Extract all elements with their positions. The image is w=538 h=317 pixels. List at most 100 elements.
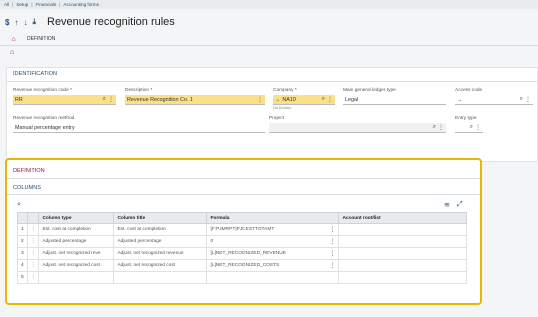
header-num bbox=[17, 212, 28, 224]
more-icon[interactable]: ⋮ bbox=[525, 96, 531, 103]
columns-table: Column type Column title Formula Account… bbox=[17, 212, 468, 284]
layers-icon[interactable]: ≋ bbox=[444, 201, 450, 209]
home-link[interactable]: ⌂ bbox=[10, 49, 14, 56]
column-header[interactable]: Account root/list bbox=[338, 212, 468, 224]
cell-column-title[interactable] bbox=[113, 271, 208, 284]
method-select[interactable]: Manual percentage entry bbox=[13, 123, 265, 133]
header-menu bbox=[26, 212, 40, 224]
cell-account[interactable] bbox=[338, 259, 468, 272]
field-label: Company * bbox=[273, 88, 297, 93]
field-label: Project bbox=[269, 116, 284, 121]
row-menu-icon[interactable]: ⋮ bbox=[26, 223, 40, 236]
access-code-input[interactable]: → ⌕ ⋮ bbox=[455, 95, 533, 105]
cell-account[interactable] bbox=[338, 235, 468, 248]
row-number: 2 bbox=[17, 235, 28, 248]
more-icon[interactable]: ⋮ bbox=[329, 250, 335, 257]
column-header[interactable]: Column title bbox=[113, 212, 208, 224]
cell-column-title[interactable]: Est. cost at completion bbox=[113, 223, 208, 236]
cell-column-type[interactable]: Adjust. net recognized cost bbox=[38, 259, 115, 272]
row-menu-icon[interactable]: ⋮ bbox=[26, 259, 40, 272]
search-icon[interactable]: ⌕ bbox=[322, 96, 325, 103]
row-menu-icon[interactable]: ⋮ bbox=[26, 247, 40, 260]
cell-formula[interactable]: [F:PJMRPT]PJCESTTOTAMT ⋮ bbox=[206, 223, 340, 236]
cell-column-type[interactable]: Est. cost at completion bbox=[38, 223, 115, 236]
cell-formula[interactable] bbox=[206, 271, 340, 284]
cell-column-type[interactable]: Adjusted percentage bbox=[38, 235, 115, 248]
home-icon[interactable]: ⌂ bbox=[10, 36, 17, 43]
cell-column-type[interactable] bbox=[38, 271, 115, 284]
arrow-right-icon[interactable]: → bbox=[457, 97, 462, 103]
arrow-up-icon[interactable]: ↑ bbox=[14, 18, 18, 27]
column-header[interactable]: Column type bbox=[38, 212, 115, 224]
cell-column-title[interactable]: Adjust. net recognized revenue bbox=[113, 247, 208, 260]
expand-icon[interactable]: ⤢ bbox=[457, 201, 463, 209]
cell-account[interactable] bbox=[338, 247, 468, 260]
more-icon[interactable]: ⋮ bbox=[438, 124, 444, 131]
columns-title: COLUMNS bbox=[13, 185, 41, 191]
breadcrumb-item[interactable]: Financials bbox=[36, 2, 57, 7]
table-row[interactable]: 3 ⋮ Adjust. net recognized reve Adjust. … bbox=[17, 247, 468, 260]
tab-definition[interactable]: DEFINITION bbox=[27, 36, 55, 42]
main-gl-type-select[interactable]: Legal bbox=[343, 95, 446, 105]
cell-column-title[interactable]: Adjusted percentage bbox=[113, 235, 208, 248]
column-header[interactable]: Formula bbox=[206, 212, 340, 224]
more-icon[interactable]: ⋮ bbox=[257, 96, 263, 103]
cell-column-title[interactable]: Adjust. net recognized cost bbox=[113, 259, 208, 272]
cell-column-type[interactable]: Adjust. net recognized reve bbox=[38, 247, 115, 260]
divider bbox=[7, 178, 480, 179]
search-icon[interactable]: ⌕ bbox=[17, 201, 21, 209]
definition-section: DEFINITION COLUMNS ⌕ ≋ ⤢ Column type Col… bbox=[5, 158, 482, 305]
field-label: Access code bbox=[455, 88, 483, 93]
breadcrumb-item[interactable]: All bbox=[4, 2, 9, 7]
search-icon[interactable]: ⌕ bbox=[103, 96, 106, 103]
cell-formula[interactable]: [L]NET_RECOGNIZED_COSTS ⋮ bbox=[206, 259, 340, 272]
description-input[interactable]: Revenue Recognition Co. 1 ⋮ bbox=[125, 95, 265, 105]
project-input[interactable]: ⌕ ⋮ bbox=[269, 123, 446, 133]
more-icon[interactable]: ⋮ bbox=[108, 96, 114, 103]
breadcrumb-separator: | bbox=[59, 2, 61, 7]
search-icon[interactable]: ⌕ bbox=[520, 96, 523, 103]
title-bar: $ ↑ ↓ ⤓ Revenue recognition rules bbox=[0, 10, 538, 34]
table-row[interactable]: 2 ⋮ Adjusted percentage Adjusted percent… bbox=[17, 235, 468, 248]
more-icon[interactable]: ⋮ bbox=[329, 226, 335, 233]
cell-formula[interactable]: [L]NET_RECOGNIZED_REVENUE ⋮ bbox=[206, 247, 340, 260]
arrow-down-icon[interactable]: ↓ bbox=[23, 18, 27, 27]
company-subtitle: NA Division bbox=[273, 106, 292, 110]
method-field: Revenue recognition method Manual percen… bbox=[13, 116, 265, 133]
entry-type-input[interactable]: ⌕ ⋮ bbox=[455, 123, 483, 133]
divider bbox=[7, 194, 480, 195]
arrow-right-icon[interactable]: → bbox=[275, 97, 280, 103]
search-icon[interactable]: ⌕ bbox=[433, 124, 436, 131]
cell-account[interactable] bbox=[338, 223, 468, 236]
main-gl-type-field: Main general ledger type Legal bbox=[343, 88, 446, 105]
more-icon[interactable]: ⋮ bbox=[327, 96, 333, 103]
row-menu-icon[interactable]: ⋮ bbox=[26, 235, 40, 248]
more-icon[interactable]: ⋮ bbox=[329, 238, 335, 245]
table-row[interactable]: 1 ⋮ Est. cost at completion Est. cost at… bbox=[17, 223, 468, 236]
row-menu-icon[interactable]: ⋮ bbox=[26, 271, 40, 284]
company-input[interactable]: → NA10 ⌕ ⋮ bbox=[273, 95, 335, 105]
divider bbox=[7, 81, 537, 82]
arrow-last-icon[interactable]: ⤓ bbox=[32, 17, 36, 27]
home-icon[interactable]: ⌂ bbox=[10, 49, 14, 56]
bookmark-icon[interactable]: $ bbox=[5, 18, 9, 27]
more-icon[interactable]: ⋮ bbox=[475, 124, 481, 131]
breadcrumb: All | Setup | Financials | Accounting forms bbox=[0, 0, 538, 9]
field-label: Entry type bbox=[455, 116, 477, 121]
breadcrumb-separator: | bbox=[12, 2, 14, 7]
breadcrumb-item[interactable]: Setup bbox=[16, 2, 28, 7]
page-title: Revenue recognition rules bbox=[47, 16, 175, 28]
description-field: Description * Revenue Recognition Co. 1 … bbox=[125, 88, 265, 105]
company-field: Company * → NA10 ⌕ ⋮ NA Division bbox=[273, 88, 335, 110]
more-icon[interactable]: ⋮ bbox=[329, 262, 335, 269]
entry-type-field: Entry type ⌕ ⋮ bbox=[455, 116, 483, 133]
field-label: Main general ledger type bbox=[343, 88, 396, 93]
tab-bar: ⌂ DEFINITION bbox=[0, 33, 538, 46]
search-icon[interactable]: ⌕ bbox=[470, 124, 473, 131]
cell-formula[interactable]: 0 ⋮ bbox=[206, 235, 340, 248]
table-row[interactable]: 4 ⋮ Adjust. net recognized cost Adjust. … bbox=[17, 259, 468, 272]
rule-code-input[interactable]: RR ⌕ ⋮ bbox=[13, 95, 116, 105]
table-row[interactable]: 5 ⋮ bbox=[17, 271, 468, 284]
breadcrumb-item[interactable]: Accounting forms bbox=[63, 2, 99, 7]
cell-account[interactable] bbox=[338, 271, 468, 284]
